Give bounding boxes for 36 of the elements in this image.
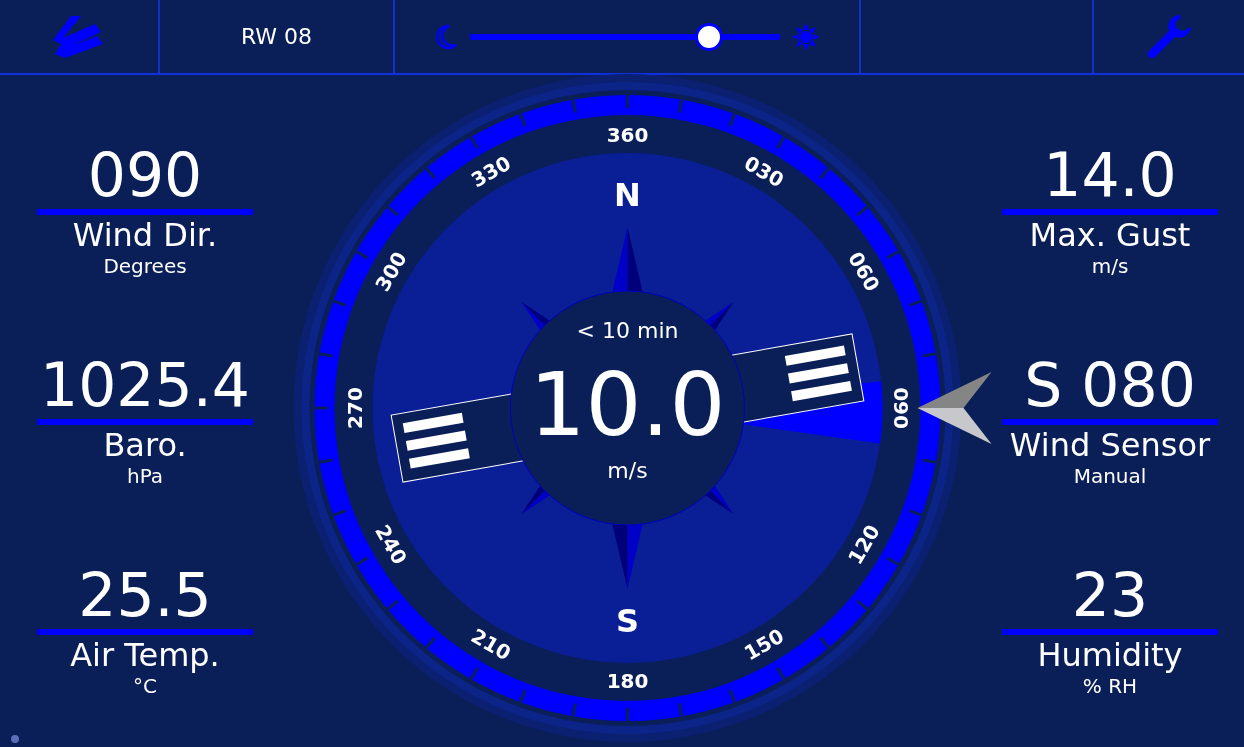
wind-speed-unit: m/s <box>607 457 648 483</box>
moon-icon <box>434 23 458 50</box>
readout-label: Wind Sensor <box>1009 427 1211 463</box>
readout-value: 090 <box>87 141 203 209</box>
readout-value: 25.5 <box>78 561 212 629</box>
bearing-label: 150 <box>739 623 789 666</box>
sun-icon <box>792 22 820 51</box>
readout-label: Max. Gust <box>1029 217 1191 253</box>
readout-value: 14.0 <box>1043 141 1177 209</box>
bearing-label: 210 <box>466 623 516 666</box>
readout-value: S 080 <box>1024 351 1196 419</box>
slider-thumb[interactable] <box>694 22 723 51</box>
readout-unit: hPa <box>126 463 164 489</box>
bearing-label: 030 <box>739 150 789 193</box>
readout-value: 23 <box>1071 561 1149 629</box>
readout-unit: Manual <box>1073 463 1147 489</box>
readout-label: Humidity <box>1037 637 1183 673</box>
cardinal-label: S <box>616 602 639 640</box>
readout-unit: % RH <box>1082 673 1138 699</box>
readout-label: Wind Dir. <box>72 217 218 253</box>
readout-unit: m/s <box>1091 253 1129 279</box>
bearing-label: 330 <box>466 150 516 193</box>
bearing-label: 270 <box>342 387 367 429</box>
wind-speed-value: 10.0 <box>529 352 726 456</box>
averaging-period: < 10 min <box>576 317 679 343</box>
cardinal-label: N <box>614 176 641 214</box>
bearing-label: 360 <box>606 123 649 147</box>
status-dot <box>11 735 19 743</box>
readout-label: Air Temp. <box>70 637 220 673</box>
readout-unit: °C <box>133 673 157 699</box>
runway-label: RW 08 <box>240 24 313 49</box>
readout-value: 1025.4 <box>40 351 250 419</box>
readout-unit: Degrees <box>103 253 187 279</box>
bearing-label: 180 <box>606 669 649 693</box>
readout-label: Baro. <box>103 427 187 463</box>
bearing-label: 090 <box>888 387 913 429</box>
